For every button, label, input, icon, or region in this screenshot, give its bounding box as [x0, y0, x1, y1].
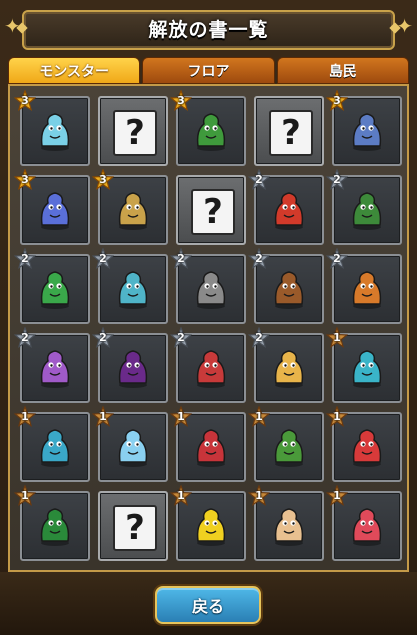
rarity-star-icon: 2	[170, 248, 192, 270]
monster-slot[interactable]: 2	[14, 248, 90, 324]
rarity-star-icon: 1	[248, 406, 270, 428]
monster-slot[interactable]: 2	[326, 248, 402, 324]
rarity-star-icon: 2	[170, 327, 192, 349]
rarity-star-count: 3	[333, 94, 341, 107]
monster-slot[interactable]: 2	[92, 248, 168, 324]
rarity-star-icon: 2	[248, 327, 270, 349]
rarity-star-count: 1	[99, 410, 107, 423]
rarity-star-icon: 1	[170, 406, 192, 428]
rarity-star-count: 2	[177, 331, 185, 344]
rarity-star-icon: 1	[14, 485, 36, 507]
monster-slot[interactable]: 2	[248, 169, 324, 245]
monster-slot[interactable]: 1	[14, 406, 90, 482]
question-mark-icon: ?	[269, 110, 313, 156]
corner-ornament-icon: ✦	[4, 14, 21, 38]
title-bar: ✦ ✦ 解放の書一覧	[0, 6, 417, 50]
rarity-star-count: 1	[255, 489, 263, 502]
rarity-star-icon: 3	[14, 169, 36, 191]
rarity-star-icon: 2	[92, 327, 114, 349]
rarity-star-icon: 2	[248, 248, 270, 270]
locked-monster-slot[interactable]: ?	[176, 175, 246, 245]
monster-slot[interactable]: 1	[326, 327, 402, 403]
monster-list-panel: 3? 3? 3 3 3? 2 2 2 2 2 2 2 2 2 2 2 1 1 1 1 1 1 1? 1 1 1	[8, 84, 409, 572]
monster-slot[interactable]: 1	[170, 406, 246, 482]
rarity-star-icon: 2	[14, 327, 36, 349]
question-mark-icon: ?	[113, 110, 157, 156]
rarity-star-icon: 2	[248, 169, 270, 191]
monster-slot[interactable]: 1	[248, 406, 324, 482]
rarity-star-count: 2	[333, 173, 341, 186]
monster-slot[interactable]: 1	[248, 485, 324, 561]
tab-islanders[interactable]: 島民	[276, 57, 409, 84]
rarity-star-count: 1	[333, 331, 341, 344]
rarity-star-count: 2	[255, 252, 263, 265]
locked-monster-slot[interactable]: ?	[98, 491, 168, 561]
rarity-star-count: 3	[21, 94, 29, 107]
rarity-star-icon: 1	[170, 485, 192, 507]
rarity-star-count: 3	[177, 94, 185, 107]
locked-monster-slot[interactable]: ?	[98, 96, 168, 166]
rarity-star-icon: 2	[92, 248, 114, 270]
rarity-star-icon: 3	[14, 90, 36, 112]
rarity-star-count: 2	[177, 252, 185, 265]
rarity-star-count: 1	[21, 410, 29, 423]
rarity-star-count: 1	[177, 489, 185, 502]
corner-ornament-icon: ✦	[396, 14, 413, 38]
monster-slot[interactable]: 2	[248, 248, 324, 324]
question-mark-icon: ?	[113, 505, 157, 551]
monster-slot[interactable]: 3	[14, 169, 90, 245]
monster-slot[interactable]: 1	[326, 406, 402, 482]
locked-monster-slot[interactable]: ?	[254, 96, 324, 166]
rarity-star-count: 1	[333, 410, 341, 423]
monster-slot[interactable]: 2	[248, 327, 324, 403]
monster-slot[interactable]: 3	[14, 90, 90, 166]
rarity-star-icon: 1	[326, 485, 348, 507]
rarity-star-count: 2	[21, 252, 29, 265]
rarity-star-icon: 1	[326, 406, 348, 428]
tab-floor[interactable]: フロア	[142, 57, 275, 84]
tab-monster[interactable]: モンスター	[8, 57, 141, 84]
monster-slot[interactable]: 2	[14, 327, 90, 403]
rarity-star-icon: 3	[170, 90, 192, 112]
rarity-star-count: 2	[255, 173, 263, 186]
rarity-star-icon: 2	[14, 248, 36, 270]
rarity-star-icon: 3	[92, 169, 114, 191]
rarity-star-count: 2	[99, 252, 107, 265]
back-button[interactable]: 戻る	[155, 586, 261, 624]
footer-bar: 戻る	[0, 572, 417, 635]
page-title: 解放の書一覧	[148, 18, 269, 41]
monster-slot[interactable]: 3	[326, 90, 402, 166]
monster-slot[interactable]: 2	[170, 248, 246, 324]
monster-slot[interactable]: 2	[170, 327, 246, 403]
question-mark-icon: ?	[191, 189, 235, 235]
rarity-star-count: 1	[255, 410, 263, 423]
monster-slot[interactable]: 1	[326, 485, 402, 561]
rarity-star-icon: 3	[326, 90, 348, 112]
monster-grid: 3? 3? 3 3 3? 2 2 2 2 2 2 2 2 2 2 2 1 1 1 1 1 1 1? 1 1 1	[14, 90, 402, 561]
monster-slot[interactable]: 2	[326, 169, 402, 245]
rarity-star-icon: 2	[326, 169, 348, 191]
rarity-star-count: 2	[21, 331, 29, 344]
rarity-star-count: 2	[99, 331, 107, 344]
rarity-star-count: 1	[177, 410, 185, 423]
rarity-star-count: 2	[333, 252, 341, 265]
monster-slot[interactable]: 2	[92, 327, 168, 403]
rarity-star-icon: 1	[326, 327, 348, 349]
rarity-star-count: 3	[99, 173, 107, 186]
rarity-star-count: 2	[255, 331, 263, 344]
rarity-star-icon: 2	[326, 248, 348, 270]
monster-slot[interactable]: 3	[170, 90, 246, 166]
screen-frame: ✦ ✦ 解放の書一覧 モンスター フロア 島民 3? 3? 3 3 3? 2 2 2 2 2 2 2 2…	[0, 0, 417, 635]
rarity-star-count: 1	[21, 489, 29, 502]
rarity-star-count: 3	[21, 173, 29, 186]
rarity-star-icon: 1	[248, 485, 270, 507]
monster-slot[interactable]: 1	[14, 485, 90, 561]
rarity-star-icon: 1	[14, 406, 36, 428]
rarity-star-count: 1	[333, 489, 341, 502]
monster-slot[interactable]: 1	[170, 485, 246, 561]
category-tabs: モンスター フロア 島民	[8, 57, 409, 84]
rarity-star-icon: 1	[92, 406, 114, 428]
monster-slot[interactable]: 1	[92, 406, 168, 482]
monster-slot[interactable]: 3	[92, 169, 168, 245]
